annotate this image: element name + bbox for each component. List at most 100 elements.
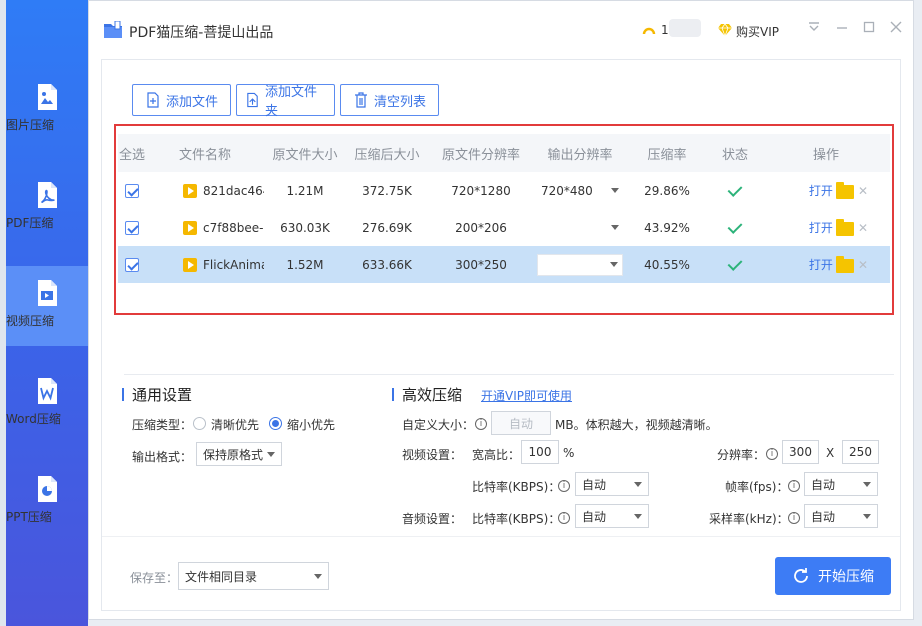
clear-priority-label[interactable]: 清晰优先 [211,416,259,433]
user-name[interactable]: 1 [661,23,669,37]
sidebar-item-label: 视频压缩 [6,314,55,328]
add-folder-button[interactable]: 添加文件夹 [236,84,335,119]
delete-icon[interactable]: ✕ [858,184,868,198]
audio-bitrate-label: 比特率(KBPS)： [472,512,561,526]
compress-type-label: 压缩类型： [132,418,193,432]
delete-icon[interactable]: ✕ [858,221,868,235]
header-select-all[interactable]: 全选 [118,144,146,163]
save-location-select[interactable]: 文件相同目录 [178,562,329,590]
save-to-label: 保存至： [130,571,179,585]
main-window: PDF猫压缩-菩提山出品 1 购买VIP 添加文件 添加文件夹 清空列表 全选 … [88,0,914,620]
menu-icon[interactable] [805,20,823,38]
original-size: 630.03K [280,220,330,235]
video-bitrate-label: 比特率(KBPS)： [472,480,561,494]
table-header: 全选 文件名称 原文件大小 压缩后大小 原文件分辨率 输出分辨率 压缩率 状态 … [118,134,890,172]
section-divider [124,374,894,375]
refresh-icon [794,568,808,583]
add-file-label: 添加文件 [165,94,218,110]
trash-icon [354,92,367,108]
folder-icon[interactable] [835,182,854,199]
aspect-ratio-unit: % [563,446,575,460]
output-resolution-select[interactable]: 720*480 [537,180,623,202]
minimize-icon[interactable] [833,20,851,38]
radio-small-priority[interactable] [269,417,282,430]
resolution-width-input[interactable]: 300 [782,440,819,464]
start-compress-button[interactable]: 开始压缩 [775,557,891,595]
resolution-separator: X [826,446,835,460]
info-icon: i [558,512,570,524]
small-priority-label[interactable]: 缩小优先 [287,416,335,433]
aspect-ratio-input[interactable]: 100 [521,440,559,464]
header-status: 状态 [721,147,748,163]
audio-bitrate-select[interactable]: 自动 [575,504,649,528]
compressed-size: 372.75K [362,183,412,198]
table-row[interactable]: FlickAnimation. 1.52M 633.66K 300*250 40… [118,246,890,283]
frame-rate-value: 自动 [811,477,836,492]
title-bar: PDF猫压缩-菩提山出品 1 购买VIP [89,1,913,59]
output-resolution-select[interactable] [537,217,623,239]
resolution-height-input[interactable]: 250 [842,440,879,464]
video-file-icon [183,220,197,235]
sidebar-item-video[interactable]: 视频压缩 [6,266,88,346]
sidebar: 图片压缩 PDF压缩 视频压缩 Word压缩 PPT压缩 [6,0,88,626]
video-bitrate-value: 自动 [582,477,607,492]
chevron-down-icon [634,513,642,519]
content-panel: 添加文件 添加文件夹 清空列表 全选 文件名称 原文件大小 压缩后大小 原文件分… [101,59,901,611]
compression-ratio: 43.92% [644,220,690,235]
check-icon [728,259,742,269]
chevron-down-icon [267,451,275,457]
close-icon[interactable] [887,20,905,38]
user-crown-icon [642,27,656,35]
clear-list-button[interactable]: 清空列表 [340,84,439,116]
compressed-size: 276.69K [362,220,412,235]
chevron-down-icon [314,573,322,579]
header-original-resolution: 原文件分辨率 [441,147,520,163]
open-link[interactable]: 打开 [809,258,833,272]
file-name: 821dac464ab… [203,183,264,198]
check-icon [728,185,742,195]
output-resolution-select[interactable] [537,253,623,276]
aspect-ratio-label: 宽高比： [472,448,521,462]
open-link[interactable]: 打开 [809,221,833,235]
table-row[interactable]: 821dac464ab… 1.21M 372.75K 720*1280 720*… [118,172,890,209]
sidebar-item-image[interactable]: 图片压缩 [6,70,88,150]
video-settings-label: 视频设置： [402,448,463,462]
info-icon: i [766,448,778,460]
folder-icon[interactable] [835,256,854,273]
radio-clear-priority[interactable] [193,417,206,430]
row-checkbox[interactable] [125,183,139,198]
diamond-icon [718,23,732,37]
table-row[interactable]: c7f88bee-23… 630.03K 276.69K 200*206 43.… [118,209,890,246]
custom-size-input[interactable]: 自动 [491,411,551,435]
open-vip-link[interactable]: 开通VIP即可使用 [481,387,572,404]
info-icon: i [788,480,800,492]
row-checkbox[interactable] [125,257,139,272]
header-output-resolution: 输出分辨率 [547,147,613,163]
video-file-icon [183,183,197,198]
output-format-select[interactable]: 保持原格式 [196,442,282,466]
general-settings-title: 通用设置 [121,386,193,404]
delete-icon[interactable]: ✕ [858,258,868,272]
folder-icon[interactable] [835,219,854,236]
maximize-icon[interactable] [860,20,878,38]
sample-rate-select[interactable]: 自动 [804,504,878,528]
add-file-icon [147,92,159,108]
sidebar-item-label: 图片压缩 [6,118,55,132]
video-bitrate-select[interactable]: 自动 [575,472,649,496]
frame-rate-select[interactable]: 自动 [804,472,878,496]
add-file-button[interactable]: 添加文件 [132,84,231,116]
open-link[interactable]: 打开 [809,184,833,198]
app-title: PDF猫压缩-菩提山出品 [129,25,274,41]
original-size: 1.52M [286,257,324,272]
sidebar-item-word[interactable]: Word压缩 [6,364,88,444]
row-checkbox[interactable] [125,220,139,235]
sidebar-item-pdf[interactable]: PDF压缩 [6,168,88,248]
output-format-value: 保持原格式 [203,447,264,462]
buy-vip-link[interactable]: 购买VIP [736,23,779,40]
user-name-redacted [669,19,701,37]
sample-rate-label: 采样率(kHz)： [709,512,789,526]
sidebar-item-ppt[interactable]: PPT压缩 [6,462,88,542]
audio-bitrate-value: 自动 [582,509,607,524]
efficient-compress-title: 高效压缩 [391,386,463,404]
resolution-label: 分辨率： [717,448,766,462]
